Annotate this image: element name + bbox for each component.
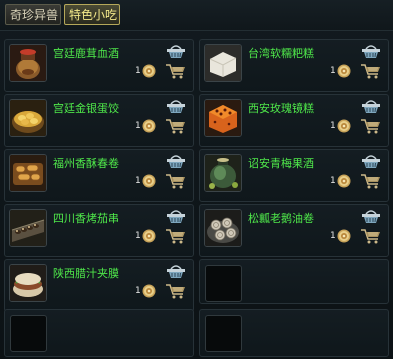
item-name: 台湾软糯粑糕 (248, 47, 314, 60)
basket-icon[interactable] (166, 43, 186, 59)
shop-item[interactable]: 松瓤老鹅油卷 1 (199, 204, 389, 257)
cart-icon[interactable] (360, 63, 382, 79)
item-quantity: 1 (330, 231, 336, 241)
tab-bar: 奇珍异兽 特色小吃 (0, 0, 393, 31)
shop-item[interactable]: 宫廷金银蛋饺 1 (4, 94, 194, 147)
coin-icon (142, 284, 156, 298)
item-name: 四川香烤茄串 (53, 212, 119, 225)
plum-wine-jar-icon[interactable] (204, 154, 242, 192)
shop-item[interactable]: 陕西腊汁夹膜 1 (4, 259, 194, 312)
item-name: 西安玫瑰镜糕 (248, 102, 314, 115)
item-name: 诏安青梅果酒 (248, 157, 314, 170)
goose-roll-icon[interactable] (204, 209, 242, 247)
basket-icon[interactable] (166, 98, 186, 114)
tab-rare-beasts[interactable]: 奇珍异兽 (5, 4, 61, 25)
shop-item[interactable]: 台湾软糯粑糕 1 (199, 39, 389, 92)
cart-icon[interactable] (360, 173, 382, 189)
coin-icon (142, 229, 156, 243)
coin-icon (337, 64, 351, 78)
food-shop-panel: 奇珍异兽 特色小吃 宫廷鹿茸血酒 1 台湾软糯粑糕 1 宫廷金银蛋饺 1 西安玫… (0, 0, 393, 359)
cart-icon[interactable] (165, 63, 187, 79)
basket-icon[interactable] (166, 153, 186, 169)
item-quantity: 1 (135, 121, 141, 131)
coin-icon (142, 119, 156, 133)
rose-cake-icon[interactable] (204, 99, 242, 137)
item-name: 福州香酥春卷 (53, 157, 119, 170)
roujiamo-icon[interactable] (9, 264, 47, 302)
cart-icon[interactable] (165, 118, 187, 134)
cart-icon[interactable] (165, 228, 187, 244)
item-name: 宫廷鹿茸血酒 (53, 47, 119, 60)
item-name: 陕西腊汁夹膜 (53, 267, 119, 280)
shop-item[interactable]: 诏安青梅果酒 1 (199, 149, 389, 202)
dumpling-basket-icon[interactable] (9, 99, 47, 137)
coin-icon (142, 64, 156, 78)
wine-pot-icon[interactable] (9, 44, 47, 82)
basket-icon[interactable] (361, 208, 381, 224)
item-quantity: 1 (135, 286, 141, 296)
coin-icon (337, 119, 351, 133)
empty-item-slot (205, 265, 242, 302)
basket-icon[interactable] (361, 98, 381, 114)
basket-icon[interactable] (361, 43, 381, 59)
rice-cake-icon[interactable] (204, 44, 242, 82)
spring-roll-icon[interactable] (9, 154, 47, 192)
empty-shop-slot (199, 259, 389, 304)
empty-item-slot (10, 315, 47, 352)
empty-shop-slot (199, 309, 389, 357)
basket-icon[interactable] (166, 263, 186, 279)
tab-local-snacks[interactable]: 特色小吃 (64, 4, 120, 25)
item-quantity: 1 (330, 176, 336, 186)
cart-icon[interactable] (165, 173, 187, 189)
empty-item-slot (205, 315, 242, 352)
coin-icon (337, 229, 351, 243)
item-quantity: 1 (330, 121, 336, 131)
item-quantity: 1 (135, 66, 141, 76)
basket-icon[interactable] (361, 153, 381, 169)
item-quantity: 1 (135, 231, 141, 241)
shop-item[interactable]: 西安玫瑰镜糕 1 (199, 94, 389, 147)
shop-item[interactable]: 宫廷鹿茸血酒 1 (4, 39, 194, 92)
empty-shop-slot (4, 309, 194, 357)
item-quantity: 1 (330, 66, 336, 76)
skewer-tray-icon[interactable] (9, 209, 47, 247)
item-name: 宫廷金银蛋饺 (53, 102, 119, 115)
basket-icon[interactable] (166, 208, 186, 224)
coin-icon (337, 174, 351, 188)
cart-icon[interactable] (360, 118, 382, 134)
shop-item[interactable]: 福州香酥春卷 1 (4, 149, 194, 202)
cart-icon[interactable] (360, 228, 382, 244)
shop-item[interactable]: 四川香烤茄串 1 (4, 204, 194, 257)
coin-icon (142, 174, 156, 188)
cart-icon[interactable] (165, 283, 187, 299)
item-quantity: 1 (135, 176, 141, 186)
item-name: 松瓤老鹅油卷 (248, 212, 314, 225)
